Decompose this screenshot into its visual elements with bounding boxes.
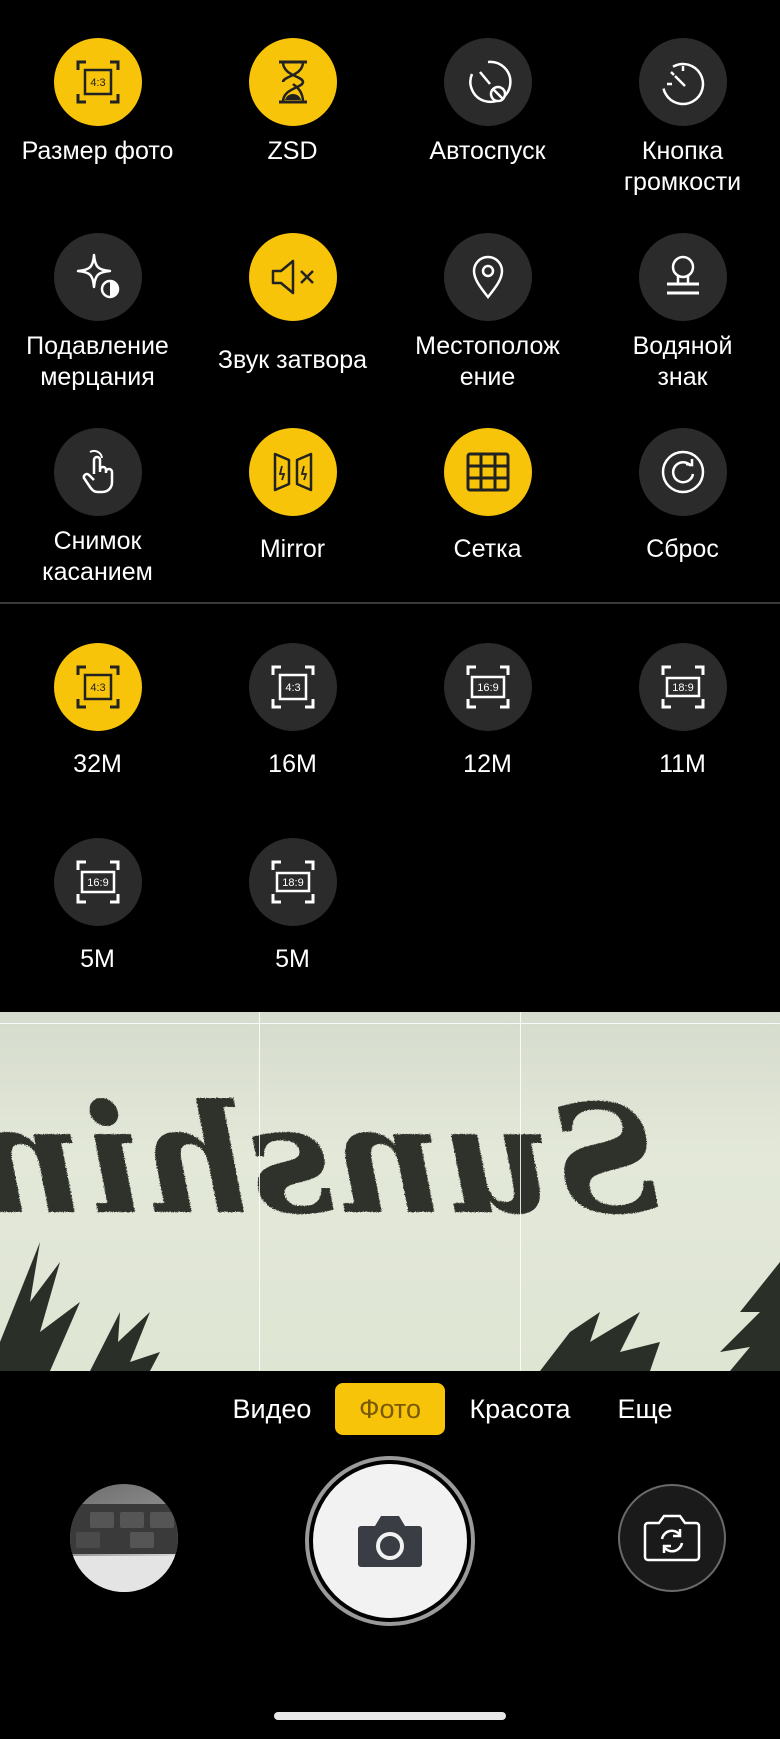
setting-volume-key[interactable]: Кнопка громкости: [585, 38, 780, 198]
grid-line-horizontal: [0, 1023, 780, 1024]
size-label: 5M: [275, 945, 310, 973]
setting-shutter-sound[interactable]: Звук затвора: [195, 233, 390, 376]
location-pin-icon: [443, 233, 532, 321]
size-option-16m[interactable]: 4:3 16M: [195, 643, 390, 780]
divider: [0, 602, 780, 604]
aspect-4-3-icon: 4:3: [248, 643, 337, 731]
aspect-18-9-icon: 18:9: [248, 838, 337, 926]
shutter-sound-label: Звук затвора: [217, 346, 368, 374]
size-option-5m-16-9[interactable]: 16:9 5M: [0, 838, 195, 975]
mirror-label: Mirror: [259, 535, 326, 563]
gallery-thumbnail[interactable]: [70, 1484, 178, 1592]
svg-text:16:9: 16:9: [477, 682, 498, 694]
sound-off-icon: [248, 233, 337, 321]
setting-mirror[interactable]: Mirror: [195, 428, 390, 565]
watermark-label: Водяной знак: [632, 332, 733, 391]
size-option-32m[interactable]: 4:3 32M: [0, 643, 195, 780]
setting-photo-size[interactable]: 4:3 Размер фото: [0, 38, 195, 167]
mode-photo[interactable]: Фото: [335, 1383, 445, 1435]
camera-viewfinder[interactable]: Sunshine: [0, 1012, 780, 1371]
shutter-button[interactable]: [313, 1464, 467, 1618]
volume-key-label: Кнопка громкости: [623, 137, 742, 196]
svg-text:4:3: 4:3: [90, 682, 105, 694]
switch-camera-icon: [643, 1514, 701, 1562]
zsd-label: ZSD: [267, 137, 318, 165]
viewfinder-scene: Sunshine: [0, 1072, 780, 1371]
photo-size-label: Размер фото: [21, 137, 174, 165]
timer-off-icon: [443, 38, 532, 126]
setting-timer[interactable]: Автоспуск: [390, 38, 585, 167]
camera-icon: [358, 1516, 422, 1567]
volume-key-icon: [638, 38, 727, 126]
setting-zsd[interactable]: ZSD: [195, 38, 390, 167]
reset-icon: [638, 428, 727, 516]
grid-line-vertical: [259, 1012, 260, 1371]
home-indicator[interactable]: [274, 1712, 506, 1720]
size-label: 16M: [268, 750, 317, 778]
size-label: 5M: [80, 945, 115, 973]
aspect-16-9-icon: 16:9: [53, 838, 142, 926]
size-option-11m[interactable]: 18:9 11M: [585, 643, 780, 780]
size-label: 11M: [659, 750, 706, 778]
aspect-18-9-icon: 18:9: [638, 643, 727, 731]
touch-shot-label: Снимок касанием: [42, 527, 153, 586]
aspect-16-9-icon: 16:9: [443, 643, 532, 731]
timer-label: Автоспуск: [429, 137, 546, 165]
svg-text:4:3: 4:3: [285, 682, 300, 694]
photo-size-icon: 4:3: [53, 38, 142, 126]
touch-hand-icon: [53, 428, 142, 516]
sparkle-icon: [53, 233, 142, 321]
setting-grid[interactable]: Сетка: [390, 428, 585, 565]
svg-text:18:9: 18:9: [672, 682, 693, 694]
svg-text:4:3: 4:3: [90, 77, 105, 89]
setting-flicker[interactable]: Подавление мерцания: [0, 233, 195, 393]
size-option-5m-18-9[interactable]: 18:9 5M: [195, 838, 390, 975]
reset-label: Сброс: [646, 535, 719, 563]
setting-touch-shot[interactable]: Снимок касанием: [0, 428, 195, 588]
shirt-print-text: Sunshine: [0, 1072, 660, 1248]
grid-icon: [443, 428, 532, 516]
size-label: 32M: [73, 750, 122, 778]
setting-reset[interactable]: Сброс: [585, 428, 780, 565]
keyboard-photo-thumbnail: [70, 1504, 178, 1592]
switch-camera-button[interactable]: [618, 1484, 726, 1592]
location-label: Местополож ение: [415, 332, 560, 391]
grid-label: Сетка: [453, 535, 522, 563]
camera-settings-panel: 4:3 Размер фото ZSD Автоспуск Кнопка гро…: [0, 0, 780, 603]
mode-more[interactable]: Еще: [608, 1383, 682, 1435]
svg-text:18:9: 18:9: [282, 877, 303, 889]
palm-leaves-right: [540, 1262, 780, 1371]
size-label: 12M: [463, 750, 512, 778]
setting-watermark[interactable]: Водяной знак: [585, 233, 780, 393]
flicker-label: Подавление мерцания: [26, 332, 169, 391]
palm-leaves-left: [0, 1242, 160, 1371]
mode-selector: Видео Фото Красота Еще: [0, 1383, 780, 1435]
grid-line-vertical: [520, 1012, 521, 1371]
stamp-icon: [638, 233, 727, 321]
mode-video[interactable]: Видео: [222, 1383, 322, 1435]
mirror-icon: [248, 428, 337, 516]
setting-location[interactable]: Местополож ение: [390, 233, 585, 393]
size-option-12m[interactable]: 16:9 12M: [390, 643, 585, 780]
svg-text:16:9: 16:9: [87, 877, 108, 889]
mode-beauty[interactable]: Красота: [458, 1383, 582, 1435]
aspect-4-3-icon: 4:3: [53, 643, 142, 731]
hourglass-icon: [248, 38, 337, 126]
